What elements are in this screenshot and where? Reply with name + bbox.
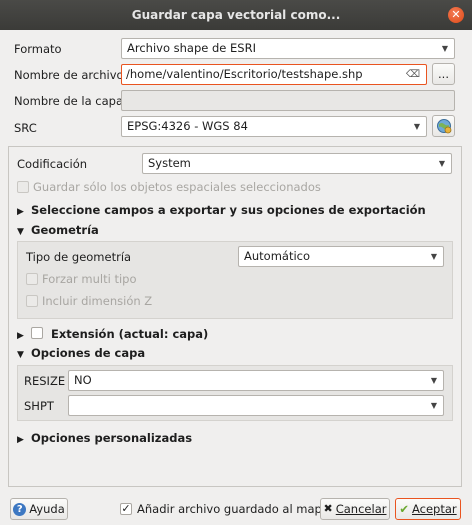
resize-combo[interactable]: NO ▼	[68, 370, 444, 391]
chevron-down-icon: ▼	[413, 122, 420, 131]
encoding-label: Codificación	[17, 157, 88, 171]
geometry-type-value: Automático	[244, 249, 311, 263]
geometry-group: Tipo de geometría Automático ▼ Forzar mu…	[17, 241, 453, 319]
geometry-section-label: Geometría	[31, 223, 99, 237]
close-icon[interactable]: ✕	[448, 7, 464, 23]
layer-options-section-header[interactable]: ▼ Opciones de capa	[17, 346, 145, 360]
extent-section-header[interactable]: ▶	[17, 327, 31, 341]
accept-button-label: Aceptar	[411, 502, 457, 516]
layer-options-section-label: Opciones de capa	[31, 346, 146, 360]
help-button-label: Ayuda	[29, 502, 65, 516]
encoding-combo[interactable]: System ▼	[142, 153, 452, 174]
include-z-checkbox[interactable]	[26, 295, 38, 307]
chevron-down-icon: ▼	[17, 350, 24, 360]
add-to-map-label: Añadir archivo guardado al mapa	[137, 502, 329, 516]
chevron-down-icon: ▼	[430, 401, 437, 410]
geometry-type-label: Tipo de geometría	[26, 250, 132, 264]
resize-value: NO	[74, 373, 92, 387]
force-multi-checkbox[interactable]	[26, 273, 38, 285]
window-titlebar: Guardar capa vectorial como... ✕	[0, 0, 472, 30]
browse-button[interactable]: ...	[432, 63, 455, 85]
fields-section-header[interactable]: ▶ Seleccione campos a exportar y sus opci…	[17, 203, 426, 217]
extent-section-label: Extensión (actual: capa)	[51, 327, 209, 341]
shpt-combo[interactable]: ▼	[68, 395, 444, 416]
cancel-button[interactable]: ✖ Cancelar	[320, 498, 390, 520]
src-label: SRC	[14, 121, 37, 135]
chevron-down-icon: ▼	[17, 227, 24, 237]
custom-options-section-header[interactable]: ▶ Opciones personalizadas	[17, 431, 192, 445]
help-icon: ?	[13, 502, 27, 516]
format-combo[interactable]: Archivo shape de ESRI ▼	[121, 38, 455, 59]
filename-input[interactable]: /home/valentino/Escritorio/testshape.shp…	[121, 64, 427, 85]
shpt-label: SHPT	[24, 399, 54, 413]
layername-label: Nombre de la capa	[14, 94, 123, 108]
save-selected-label: Guardar sólo los objetos espaciales sele…	[33, 180, 321, 194]
extent-checkbox[interactable]	[31, 327, 43, 339]
chevron-down-icon: ▼	[430, 252, 437, 261]
src-combo[interactable]: EPSG:4326 - WGS 84 ▼	[121, 116, 427, 137]
save-selected-checkbox[interactable]	[17, 181, 29, 193]
cancel-button-label: Cancelar	[335, 502, 387, 516]
chevron-down-icon: ▼	[441, 44, 448, 53]
layer-options-group: RESIZE NO ▼ SHPT ▼	[17, 365, 453, 421]
encoding-value: System	[148, 156, 191, 170]
format-value: Archivo shape de ESRI	[127, 41, 256, 55]
layername-input[interactable]	[121, 90, 455, 111]
chevron-right-icon: ▶	[17, 435, 24, 445]
fields-section-label: Seleccione campos a exportar y sus opcio…	[31, 203, 426, 217]
chevron-right-icon: ▶	[17, 207, 24, 217]
chevron-down-icon: ▼	[438, 159, 445, 168]
cancel-icon: ✖	[323, 502, 333, 515]
geometry-section-header[interactable]: ▼ Geometría	[17, 223, 99, 237]
add-to-map-checkbox[interactable]: ✓	[120, 503, 132, 515]
include-z-label: Incluir dimensión Z	[42, 294, 153, 308]
geometry-type-combo[interactable]: Automático ▼	[238, 246, 444, 267]
chevron-down-icon: ▼	[430, 376, 437, 385]
help-button[interactable]: ? Ayuda	[10, 498, 68, 520]
force-multi-label: Forzar multi tipo	[42, 272, 137, 286]
chevron-right-icon: ▶	[17, 331, 24, 341]
globe-icon	[436, 119, 451, 134]
checkmark-icon: ✔	[399, 502, 409, 516]
format-label: Formato	[14, 42, 62, 56]
select-crs-button[interactable]	[432, 115, 455, 137]
clear-text-icon[interactable]: ⌫	[406, 65, 420, 84]
filename-value: /home/valentino/Escritorio/testshape.shp	[126, 67, 363, 81]
options-panel: Codificación System ▼ Guardar sólo los o…	[8, 146, 462, 487]
custom-options-section-label: Opciones personalizadas	[31, 431, 193, 445]
src-value: EPSG:4326 - WGS 84	[127, 119, 248, 133]
window-title: Guardar capa vectorial como...	[131, 8, 341, 22]
accept-button[interactable]: ✔ Aceptar	[395, 498, 461, 520]
filename-label: Nombre de archivo	[14, 68, 124, 82]
resize-label: RESIZE	[24, 374, 66, 388]
